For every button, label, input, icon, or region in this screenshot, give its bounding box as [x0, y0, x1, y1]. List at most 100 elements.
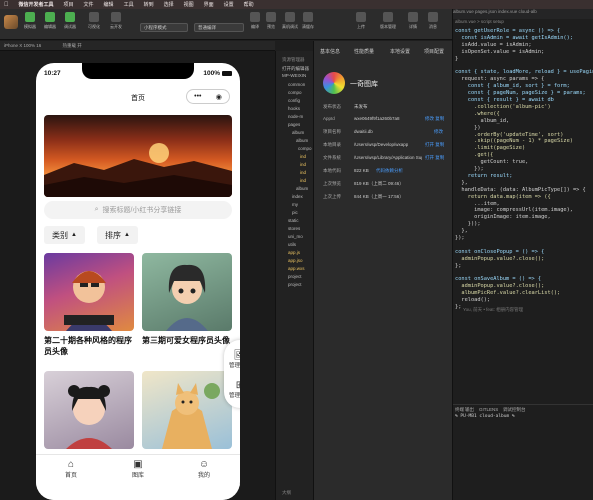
tree-row[interactable]: pages: [288, 122, 300, 129]
code-line[interactable]: .collection('album-pic'): [455, 104, 551, 110]
tab-terminal[interactable]: 终端: [455, 407, 464, 413]
tree-row[interactable]: pic: [292, 210, 298, 217]
filter-sort[interactable]: 排序 ▲: [97, 226, 138, 244]
tab-local-settings[interactable]: 本地设置: [390, 48, 410, 55]
tree-row[interactable]: ind: [300, 178, 306, 185]
code-line[interactable]: const { pageNum, pageSize } = params;: [455, 90, 586, 96]
search-input[interactable]: ⌕ 搜索标题/小红书分享链接: [44, 201, 232, 219]
code-line[interactable]: handleData: (data: AlbumPicType[]) => {: [455, 187, 585, 193]
tree-row[interactable]: project: [288, 274, 302, 281]
code-line[interactable]: request: async params => {: [455, 76, 544, 82]
app-name[interactable]: 微信开发者工具: [19, 1, 54, 8]
code-line[interactable]: const isAdmin = await getIsAdmin();: [455, 35, 573, 41]
code-line[interactable]: const getUserRole = async () => {: [455, 28, 560, 34]
code-line[interactable]: album_id,: [455, 118, 510, 124]
code-line[interactable]: .limit(pageSize): [455, 145, 525, 151]
code-line[interactable]: const { result } = await db: [455, 97, 554, 103]
tree-row[interactable]: common: [288, 82, 305, 89]
more-icon[interactable]: •••: [194, 93, 201, 100]
code-line[interactable]: getCount: true,: [455, 159, 529, 165]
code-line[interactable]: originImage: item.image,: [455, 214, 551, 220]
outline-header[interactable]: 大纲: [282, 490, 291, 497]
code-line[interactable]: .skip((pageNum - 1) * pageSize): [455, 138, 573, 144]
terminal-line[interactable]: % PU-MB1 cloud-album %: [455, 414, 515, 419]
tree-row[interactable]: app.js: [288, 250, 300, 257]
tree-row[interactable]: album: [296, 186, 308, 193]
tree-row[interactable]: album: [292, 130, 304, 137]
tree-row[interactable]: static: [288, 218, 299, 225]
code-line[interactable]: adminPopup.value?.close();: [455, 283, 544, 289]
code-line[interactable]: };: [455, 304, 461, 310]
compile-button[interactable]: 编译: [250, 12, 260, 30]
code-line[interactable]: albumPicRef.value?.clearList();: [455, 290, 560, 296]
code-line[interactable]: return result;: [455, 173, 513, 179]
code-line[interactable]: .orderBy('updateTime', sort): [455, 132, 563, 138]
tab-gallery[interactable]: ▣ 图库: [118, 459, 158, 479]
device-select[interactable]: iPhone X 100% 16: [4, 43, 41, 48]
tree-row[interactable]: album: [296, 138, 308, 145]
tree-row[interactable]: MP-WEIXIN: [282, 73, 306, 80]
tab-output[interactable]: 输出: [465, 407, 474, 413]
close-target-icon[interactable]: ◉: [216, 93, 222, 101]
code-line[interactable]: }));: [455, 221, 481, 227]
editor-button[interactable]: 编辑器: [44, 12, 56, 30]
tree-row[interactable]: node-m: [288, 114, 303, 121]
tree-row[interactable]: app.wxs: [288, 266, 305, 273]
cloud-dev-button[interactable]: 云开发: [110, 12, 122, 30]
tree-row[interactable]: 打开的编辑器: [282, 66, 309, 73]
tree-row[interactable]: hooks: [288, 106, 300, 113]
code-line[interactable]: ...item,: [455, 201, 500, 207]
filter-category[interactable]: 类别 ▲: [44, 226, 85, 244]
tree-row[interactable]: ind: [300, 162, 306, 169]
local-dir-action-link[interactable]: 打开 复制: [425, 142, 444, 148]
code-line[interactable]: },: [455, 180, 467, 186]
menu-item-file[interactable]: 文件: [84, 1, 94, 8]
tree-row[interactable]: uni_mo: [288, 234, 303, 241]
menu-item-view[interactable]: 视图: [184, 1, 194, 8]
tab-project-config[interactable]: 项目配置: [424, 48, 444, 55]
details-button[interactable]: 详情: [408, 12, 418, 30]
code-line[interactable]: const onClosePopup = () => {: [455, 249, 544, 255]
code-line[interactable]: adminPopup.value?.close();: [455, 256, 544, 262]
tree-row[interactable]: compo: [298, 146, 312, 153]
apple-icon[interactable]: : [4, 2, 9, 8]
code-line[interactable]: });: [455, 166, 484, 172]
tree-row[interactable]: index: [292, 194, 303, 201]
album-card[interactable]: 第二十期各种风格的程序员头像: [44, 253, 134, 357]
menu-item-tools[interactable]: 工具: [124, 1, 134, 8]
preview-button[interactable]: 预览: [266, 12, 276, 30]
code-line[interactable]: const onSaveAlbum = () => {: [455, 276, 541, 282]
tree-row[interactable]: ind: [300, 170, 306, 177]
debugger-button[interactable]: 调试器: [64, 12, 76, 30]
menu-item-settings[interactable]: 设置: [224, 1, 234, 8]
visual-button[interactable]: 可视化: [88, 12, 100, 30]
code-line[interactable]: .get({: [455, 152, 493, 158]
menu-item-ui[interactable]: 界面: [204, 1, 214, 8]
appid-action-link[interactable]: 修改 复制: [425, 116, 444, 122]
upload-button[interactable]: 上传: [356, 12, 366, 30]
code-line[interactable]: });: [455, 235, 465, 241]
code-line[interactable]: isAdd.value = isAdmin;: [455, 42, 531, 48]
compile-select[interactable]: 普通编译: [194, 23, 244, 32]
album-card[interactable]: [142, 371, 232, 449]
code-line[interactable]: .where({: [455, 111, 500, 117]
clear-cache-button[interactable]: 清缓存: [302, 12, 314, 30]
real-device-debug-button[interactable]: 真机调试: [282, 12, 298, 30]
tree-row[interactable]: project: [288, 282, 302, 289]
tree-row[interactable]: utils: [288, 242, 296, 249]
filesystem-action-link[interactable]: 打开 复制: [425, 155, 444, 161]
capsule-menu[interactable]: ••• ◉: [186, 89, 230, 104]
menu-item-goto[interactable]: 转到: [144, 1, 154, 8]
tab-home[interactable]: ⌂ 首页: [51, 459, 91, 479]
album-card[interactable]: 第三期可爱女程序员头像: [142, 253, 232, 346]
tree-row[interactable]: ind: [300, 154, 306, 161]
banner-image[interactable]: [44, 115, 232, 197]
messages-button[interactable]: 消息: [428, 12, 438, 30]
tab-basic-info[interactable]: 基本信息: [320, 48, 340, 55]
code-line[interactable]: },: [455, 228, 467, 234]
tree-row[interactable]: app.jso: [288, 258, 303, 265]
code-line[interactable]: image: compressUrl(item.image),: [455, 207, 573, 213]
tab-mine[interactable]: ☺ 我的: [184, 459, 224, 479]
code-line[interactable]: const { state, loadMore, reload } = useP…: [455, 69, 593, 75]
code-line[interactable]: };: [455, 263, 461, 269]
